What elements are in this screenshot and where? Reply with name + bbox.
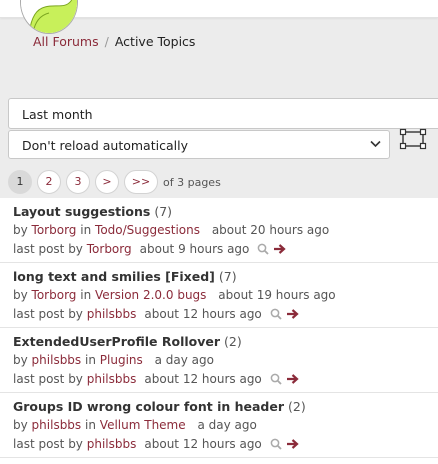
magnifier-icon[interactable] [270, 373, 282, 385]
pagination: 1 2 3 > >> of 3 pages [8, 170, 221, 194]
last-author-link[interactable]: philsbbs [87, 372, 137, 386]
magnifier-icon[interactable] [270, 308, 282, 320]
started-time: about 20 hours ago [211, 223, 330, 237]
topic-row: Layout suggestions (7) by Torborg in Tod… [0, 198, 438, 263]
by-label: by [13, 288, 28, 302]
breadcrumb-current: Active Topics [114, 34, 196, 49]
arrow-right-icon[interactable] [273, 243, 287, 255]
last-author-link[interactable]: Torborg [87, 242, 132, 256]
time-range-select[interactable]: Last month [8, 98, 438, 129]
breadcrumb-all-forums-link[interactable]: All Forums [33, 34, 99, 49]
author-link[interactable]: Torborg [32, 223, 77, 237]
topic-reply-count: (7) [218, 269, 237, 284]
forum-link[interactable]: Todo/Suggestions [95, 223, 200, 237]
arrow-right-icon[interactable] [286, 308, 300, 320]
page-2-button[interactable]: 2 [37, 170, 61, 194]
time-range-value: Last month [22, 107, 93, 122]
author-link[interactable]: philsbbs [32, 353, 82, 367]
topic-title-link[interactable]: ExtendedUserProfile Rollover [13, 334, 220, 349]
last-post-time: about 12 hours ago [144, 307, 262, 321]
by-label: by [13, 418, 28, 432]
topic-row: Groups ID wrong colour font in header (2… [0, 393, 438, 458]
last-author-link[interactable]: philsbbs [87, 307, 137, 321]
last-post-time: about 9 hours ago [139, 242, 250, 256]
topic-reply-count: (2) [224, 334, 242, 349]
last-post-label: last post by [13, 307, 83, 321]
topic-reply-count: (7) [154, 204, 173, 219]
page-1-button[interactable]: 1 [8, 170, 32, 194]
in-label: in [85, 353, 96, 367]
chevron-down-icon [370, 138, 381, 152]
last-post-time: about 12 hours ago [144, 437, 262, 451]
breadcrumb: All Forums / Active Topics [33, 34, 195, 49]
author-link[interactable]: Torborg [32, 288, 77, 302]
topic-title-link[interactable]: long text and smilies [Fixed] [13, 269, 215, 284]
topic-row: ExtendedUserProfile Rollover (2) by phil… [0, 328, 438, 393]
by-label: by [13, 223, 28, 237]
author-link[interactable]: philsbbs [32, 418, 82, 432]
reload-select[interactable]: Don't reload automatically [8, 130, 390, 159]
forum-link[interactable]: Version 2.0.0 bugs [95, 288, 206, 302]
page-3-button[interactable]: 3 [66, 170, 90, 194]
topic-title-link[interactable]: Groups ID wrong colour font in header [13, 399, 284, 414]
last-post-label: last post by [13, 437, 83, 451]
pagination-info: of 3 pages [163, 175, 221, 189]
next-page-button[interactable]: > [95, 170, 119, 194]
started-time: about 19 hours ago [218, 288, 336, 302]
expand-icon[interactable] [399, 128, 427, 150]
topic-row: long text and smilies [Fixed] (7) by Tor… [0, 263, 438, 328]
started-time: a day ago [154, 353, 214, 367]
breadcrumb-separator: / [104, 34, 109, 49]
topic-reply-count: (2) [288, 399, 306, 414]
by-label: by [13, 353, 28, 367]
started-time: a day ago [197, 418, 257, 432]
forum-link[interactable]: Vellum Theme [100, 418, 186, 432]
topic-title-link[interactable]: Layout suggestions [13, 204, 150, 219]
last-post-time: about 12 hours ago [144, 372, 262, 386]
in-label: in [85, 418, 96, 432]
last-page-button[interactable]: >> [124, 170, 158, 194]
in-label: in [80, 288, 92, 302]
last-post-label: last post by [13, 242, 83, 256]
in-label: in [80, 223, 92, 237]
last-post-label: last post by [13, 372, 83, 386]
topic-list: Layout suggestions (7) by Torborg in Tod… [0, 198, 438, 458]
magnifier-icon[interactable] [270, 438, 282, 450]
forum-link[interactable]: Plugins [100, 353, 143, 367]
arrow-right-icon[interactable] [286, 373, 300, 385]
magnifier-icon[interactable] [257, 243, 270, 255]
last-author-link[interactable]: philsbbs [87, 437, 137, 451]
arrow-right-icon[interactable] [286, 438, 300, 450]
reload-value: Don't reload automatically [22, 138, 188, 153]
